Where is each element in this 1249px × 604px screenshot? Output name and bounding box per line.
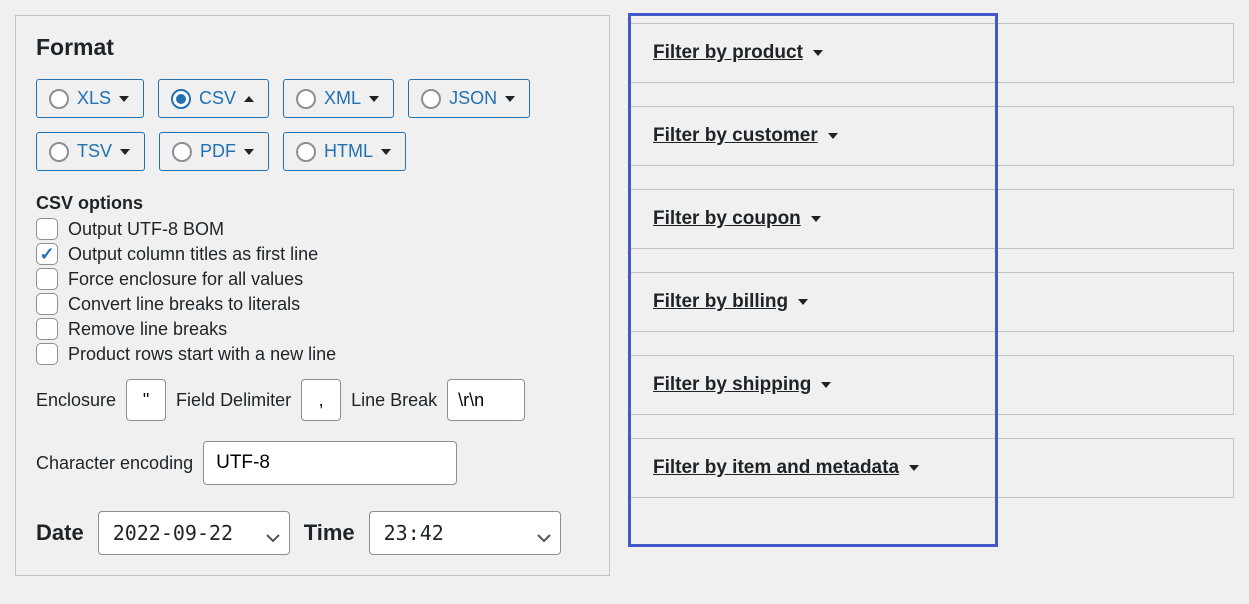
csv-options-heading: CSV options	[36, 193, 589, 214]
enclosure-label: Enclosure	[36, 390, 116, 411]
format-pdf[interactable]: PDF	[159, 132, 269, 171]
caret-down-icon	[119, 96, 129, 102]
format-xml[interactable]: XML	[283, 79, 394, 118]
date-select[interactable]: 2022-09-22	[98, 511, 290, 555]
filter-label: Filter by customer	[653, 125, 818, 147]
filter-product-panel: Filter by product	[630, 23, 1234, 83]
format-label: JSON	[449, 88, 497, 109]
linebreak-input[interactable]	[447, 379, 525, 421]
checkbox-enclosure[interactable]	[36, 268, 58, 290]
filter-label: Filter by item and metadata	[653, 457, 899, 479]
radio-icon	[296, 89, 316, 109]
caret-up-icon	[244, 96, 254, 102]
radio-icon	[49, 142, 69, 162]
format-label: PDF	[200, 141, 236, 162]
caret-down-icon	[798, 299, 808, 305]
filters-column: Filter by product Filter by customer Fil…	[630, 15, 1234, 576]
chevron-down-icon	[536, 527, 548, 539]
filter-shipping-panel: Filter by shipping	[630, 355, 1234, 415]
filter-shipping-toggle[interactable]: Filter by shipping	[653, 374, 831, 396]
filter-customer-panel: Filter by customer	[630, 106, 1234, 166]
delimiter-input[interactable]	[301, 379, 341, 421]
checkbox-label: Output UTF-8 BOM	[68, 219, 224, 240]
format-csv[interactable]: CSV	[158, 79, 269, 118]
format-html[interactable]: HTML	[283, 132, 406, 171]
chevron-down-icon	[265, 527, 277, 539]
caret-down-icon	[244, 149, 254, 155]
caret-down-icon	[821, 382, 831, 388]
format-label: XLS	[77, 88, 111, 109]
checkbox-remove-lb[interactable]	[36, 318, 58, 340]
filter-label: Filter by shipping	[653, 374, 811, 396]
radio-icon	[421, 89, 441, 109]
filter-coupon-panel: Filter by coupon	[630, 189, 1234, 249]
caret-down-icon	[813, 50, 823, 56]
caret-down-icon	[811, 216, 821, 222]
time-value: 23:42	[384, 521, 444, 545]
filter-label: Filter by billing	[653, 291, 788, 313]
format-heading: Format	[36, 34, 589, 61]
filter-billing-toggle[interactable]: Filter by billing	[653, 291, 808, 313]
delimiter-label: Field Delimiter	[176, 390, 291, 411]
checkbox-label: Product rows start with a new line	[68, 344, 336, 365]
radio-icon	[49, 89, 69, 109]
checkbox-bom[interactable]	[36, 218, 58, 240]
filter-label: Filter by product	[653, 42, 803, 64]
enclosure-input[interactable]	[126, 379, 166, 421]
checkbox-label: Remove line breaks	[68, 319, 227, 340]
caret-down-icon	[828, 133, 838, 139]
checkbox-label: Output column titles as first line	[68, 244, 318, 265]
format-panel: Format XLS CSV XML JSON	[15, 15, 610, 576]
filter-customer-toggle[interactable]: Filter by customer	[653, 125, 838, 147]
encoding-input[interactable]	[203, 441, 457, 485]
format-options: XLS CSV XML JSON TSV	[36, 79, 589, 171]
filter-product-toggle[interactable]: Filter by product	[653, 42, 823, 64]
format-label: HTML	[324, 141, 373, 162]
format-label: TSV	[77, 141, 112, 162]
radio-icon	[171, 89, 191, 109]
checkbox-product-rows[interactable]	[36, 343, 58, 365]
filter-metadata-toggle[interactable]: Filter by item and metadata	[653, 457, 919, 479]
checkbox-label: Convert line breaks to literals	[68, 294, 300, 315]
radio-icon	[296, 142, 316, 162]
encoding-label: Character encoding	[36, 453, 193, 474]
caret-down-icon	[369, 96, 379, 102]
radio-icon	[172, 142, 192, 162]
filter-billing-panel: Filter by billing	[630, 272, 1234, 332]
date-value: 2022-09-22	[113, 521, 233, 545]
filter-metadata-panel: Filter by item and metadata	[630, 438, 1234, 498]
filter-coupon-toggle[interactable]: Filter by coupon	[653, 208, 821, 230]
caret-down-icon	[120, 149, 130, 155]
format-label: CSV	[199, 88, 236, 109]
caret-down-icon	[505, 96, 515, 102]
caret-down-icon	[909, 465, 919, 471]
time-select[interactable]: 23:42	[369, 511, 561, 555]
linebreak-label: Line Break	[351, 390, 437, 411]
checkbox-titles[interactable]	[36, 243, 58, 265]
filter-label: Filter by coupon	[653, 208, 801, 230]
format-tsv[interactable]: TSV	[36, 132, 145, 171]
caret-down-icon	[381, 149, 391, 155]
time-label: Time	[304, 520, 355, 546]
format-label: XML	[324, 88, 361, 109]
format-xls[interactable]: XLS	[36, 79, 144, 118]
checkbox-convert-lb[interactable]	[36, 293, 58, 315]
date-label: Date	[36, 520, 84, 546]
format-json[interactable]: JSON	[408, 79, 530, 118]
checkbox-label: Force enclosure for all values	[68, 269, 303, 290]
